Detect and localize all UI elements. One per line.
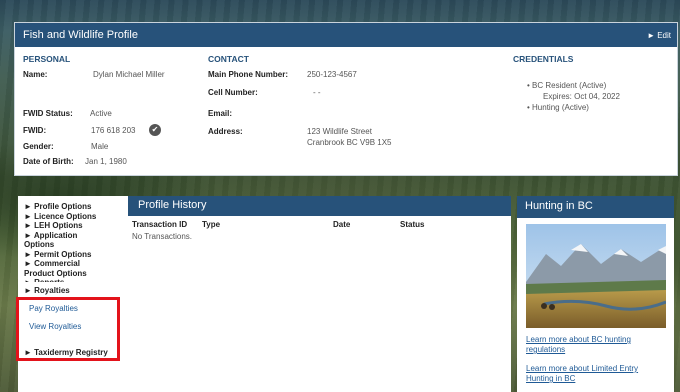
nav-profile-options[interactable]: ► Profile Options [24, 202, 124, 212]
royalties-highlight-box [16, 297, 120, 361]
col-transaction-id: Transaction ID [132, 220, 188, 229]
col-status: Status [400, 220, 425, 229]
profile-header: Fish and Wildlife Profile ► Edit [15, 23, 677, 47]
gender-label: Gender: [23, 142, 54, 151]
limited-entry-hunting-line1: Learn more about Limited Entry [526, 364, 639, 373]
cell-label: Cell Number: [208, 88, 258, 97]
personal-heading: PERSONAL [23, 54, 71, 64]
name-label: Name: [23, 70, 48, 79]
fwid-status-label: FWID Status: [23, 109, 73, 118]
limited-entry-hunting-line2: Hunting in BC [526, 374, 576, 383]
limited-entry-hunting-link[interactable]: Learn more about Limited Entry Hunting i… [526, 364, 638, 384]
address-line1: 123 Wildlife Street [307, 127, 372, 136]
hunting-title: Hunting in BC [517, 196, 674, 218]
gender-value: Male [91, 142, 109, 151]
contact-heading: CONTACT [208, 54, 249, 64]
credentials-heading: CREDENTIALS [513, 54, 574, 64]
profile-history-panel: Profile History Transaction ID Type Date… [128, 196, 511, 392]
nav-permit-options[interactable]: ► Permit Options [24, 250, 124, 260]
main-phone-value: 250-123-4567 [307, 70, 357, 79]
nav-licence-options[interactable]: ► Licence Options [24, 212, 124, 222]
col-type: Type [202, 220, 221, 229]
credential-bc-resident: • BC Resident (Active) [527, 81, 607, 90]
nav-application-options[interactable]: ► Application Options [24, 231, 124, 250]
address-label: Address: [208, 127, 243, 136]
nav-commercial-product-options[interactable]: ► Commercial Product Options [24, 259, 124, 278]
profile-panel: Fish and Wildlife Profile ► Edit PERSONA… [14, 22, 678, 176]
email-label: Email: [208, 109, 233, 118]
fwid-value: 176 618 203 [91, 126, 136, 135]
hunting-panel: Hunting in BC Learn more about BC huntin… [517, 196, 674, 392]
edit-link[interactable]: ► Edit [647, 31, 671, 40]
fwid-status-value: Active [90, 109, 112, 118]
nav-commercial-line2: Product Options [24, 268, 87, 278]
col-date: Date [333, 220, 351, 229]
nav-royalties[interactable]: ► Royalties [24, 286, 124, 296]
profile-history-title: Profile History [128, 196, 511, 216]
bc-hunting-regulations-line2: regulations [526, 345, 566, 354]
nav-application-options-line2: Options [24, 240, 55, 249]
credential-hunting: • Hunting (Active) [527, 103, 589, 112]
cell-value: - - [313, 88, 321, 97]
verified-check-icon: ✔ [149, 124, 161, 136]
bc-hunting-regulations-link[interactable]: Learn more about BC hunting regulations [526, 335, 631, 355]
main-phone-label: Main Phone Number: [208, 70, 289, 79]
name-value: Dylan Michael Miller [93, 70, 165, 79]
nav-leh-options[interactable]: ► LEH Options [24, 221, 124, 231]
dob-value: Jan 1, 1980 [85, 157, 127, 166]
credential-expiry: Expires: Oct 04, 2022 [543, 92, 620, 101]
fwid-label: FWID: [23, 126, 47, 135]
profile-title: Fish and Wildlife Profile [23, 29, 138, 41]
dob-label: Date of Birth: [23, 157, 74, 166]
hunting-landscape-image [526, 224, 666, 328]
nav-application-options-line1: ► Application [24, 230, 78, 240]
nav-reports[interactable]: ► Reports [24, 278, 124, 282]
no-transactions-text: No Transactions. [132, 232, 193, 241]
nav-commercial-line1: ► Commercial [24, 259, 80, 268]
bc-hunting-regulations-line1: Learn more about BC hunting [526, 335, 631, 344]
address-line2: Cranbrook BC V9B 1X5 [307, 138, 392, 147]
left-nav: ► Profile Options ► Licence Options ► LE… [18, 196, 128, 392]
